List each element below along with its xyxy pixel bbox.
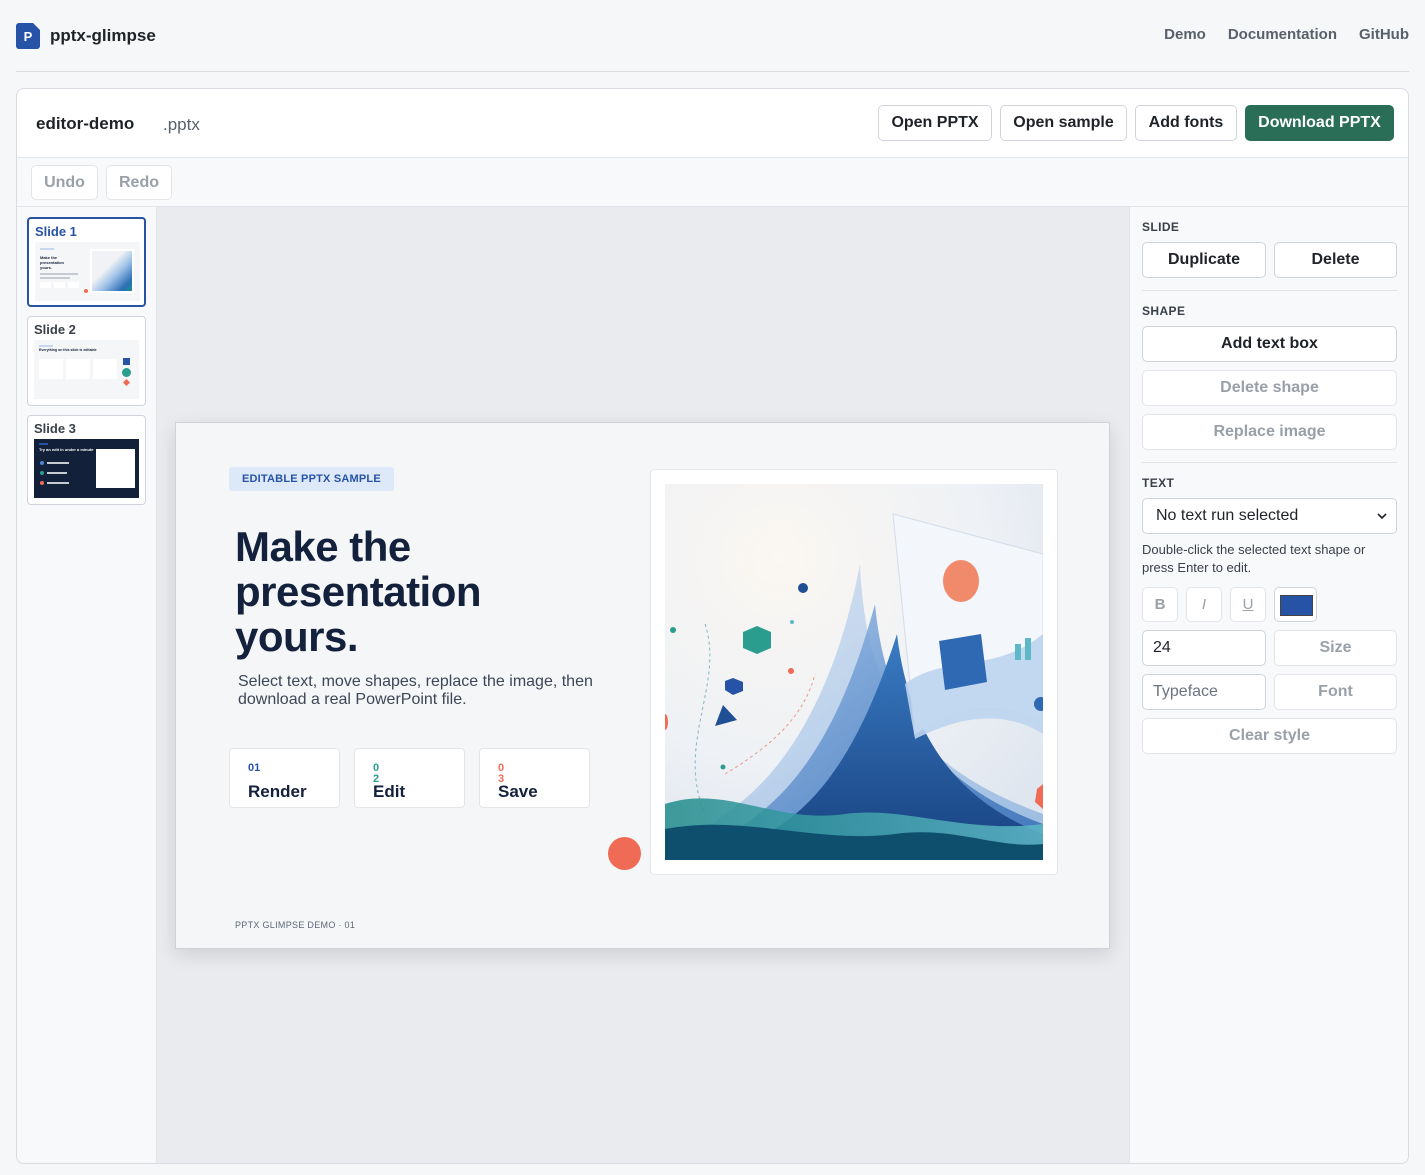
clear-style-button[interactable]: Clear style [1142, 718, 1397, 754]
slide-thumbnail-label: Slide 3 [34, 421, 76, 436]
slide-preview: Everything on this slide is editable [34, 340, 139, 399]
bold-button[interactable]: B [1142, 587, 1178, 622]
slide-preview-title: Everything on this slide is editable [39, 348, 97, 352]
slide-thumbnail-2[interactable]: Slide 2 Everything on this slide is edit… [27, 316, 146, 406]
apply-font-button[interactable]: Font [1274, 674, 1397, 710]
slide-preview: Try an edit in under a minute [34, 439, 139, 498]
step-label: Render [248, 782, 307, 801]
divider [1142, 462, 1397, 463]
orange-circle-shape[interactable] [608, 837, 641, 870]
history-toolbar: Undo Redo [17, 158, 1408, 207]
text-color-picker[interactable] [1274, 587, 1317, 622]
underline-button[interactable]: U [1230, 587, 1266, 622]
text-run-select-value: No text run selected [1156, 507, 1299, 524]
app-name[interactable]: pptx-glimpse [50, 26, 156, 46]
file-name: editor-demo [36, 114, 135, 133]
step-label: Save [498, 782, 538, 801]
step-card-save[interactable]: 03 Save [479, 748, 590, 808]
step-card-render[interactable]: 01 Render [229, 748, 340, 808]
add-text-box-button[interactable]: Add text box [1142, 326, 1397, 362]
slide-footer[interactable]: PPTX GLIMPSE DEMO · 01 [235, 920, 355, 930]
top-nav-bar: P pptx-glimpse Demo Documentation GitHub [16, 0, 1409, 72]
nav-links: Demo Documentation GitHub [1164, 26, 1409, 43]
replace-image-button[interactable]: Replace image [1142, 414, 1397, 450]
slide-headline[interactable]: Make the presentation yours. [235, 524, 555, 659]
text-run-select[interactable]: No text run selected [1142, 498, 1397, 534]
delete-slide-button[interactable]: Delete [1274, 242, 1397, 278]
nav-github-link[interactable]: GitHub [1359, 26, 1409, 43]
editor-panel: editor-demo .pptx Open PPTX Open sample … [16, 88, 1409, 1164]
italic-button[interactable]: I [1186, 587, 1222, 622]
edit-hint-text: Double-click the selected text shape or … [1142, 542, 1366, 575]
apply-size-button[interactable]: Size [1274, 630, 1397, 666]
open-sample-button[interactable]: Open sample [1000, 105, 1127, 141]
slide-thumbnails: Slide 1 Make the presentation yours. Sli… [17, 207, 157, 1163]
editor-header: editor-demo .pptx Open PPTX Open sample … [17, 89, 1408, 158]
color-swatch [1280, 595, 1313, 616]
abstract-wave-image[interactable] [665, 484, 1043, 860]
typeface-input[interactable]: Typeface [1142, 674, 1266, 710]
image-frame[interactable] [650, 469, 1058, 875]
step-label: Edit [373, 782, 406, 801]
add-fonts-button[interactable]: Add fonts [1135, 105, 1237, 141]
divider [1142, 290, 1397, 291]
slide-thumbnail-label: Slide 1 [35, 224, 77, 239]
slide-preview: Make the presentation yours. [35, 242, 140, 301]
font-size-input[interactable]: 24 [1142, 630, 1266, 666]
nav-documentation-link[interactable]: Documentation [1228, 26, 1337, 43]
step-number: 01 [248, 762, 261, 774]
slide-kicker[interactable]: EDITABLE PPTX SAMPLE [229, 467, 394, 491]
chevron-down-icon [1377, 513, 1387, 520]
text-section-title: TEXT [1142, 476, 1175, 490]
slide-thumbnail-1[interactable]: Slide 1 Make the presentation yours. [27, 217, 146, 307]
slide-subtitle[interactable]: Select text, move shapes, replace the im… [238, 673, 598, 709]
slide-preview-title: Make the presentation yours. [40, 255, 65, 270]
nav-demo-link[interactable]: Demo [1164, 26, 1206, 43]
open-pptx-button[interactable]: Open PPTX [878, 105, 992, 141]
file-extension: .pptx [163, 115, 200, 134]
properties-panel: SLIDE Duplicate Delete SHAPE Add text bo… [1129, 207, 1408, 1163]
slide-thumbnail-label: Slide 2 [34, 322, 76, 337]
slide-canvas: EDITABLE PPTX SAMPLE Make the presentati… [157, 207, 1129, 1163]
logo-icon: P [16, 23, 40, 49]
shape-section-title: SHAPE [1142, 304, 1186, 318]
duplicate-slide-button[interactable]: Duplicate [1142, 242, 1266, 278]
slide-thumbnail-3[interactable]: Slide 3 Try an edit in under a minute [27, 415, 146, 505]
delete-shape-button[interactable]: Delete shape [1142, 370, 1397, 406]
undo-button[interactable]: Undo [31, 165, 98, 200]
slide-section-title: SLIDE [1142, 220, 1180, 234]
step-card-edit[interactable]: 02 Edit [354, 748, 465, 808]
slide-1[interactable]: EDITABLE PPTX SAMPLE Make the presentati… [175, 422, 1110, 949]
redo-button[interactable]: Redo [106, 165, 172, 200]
download-pptx-button[interactable]: Download PPTX [1245, 105, 1394, 141]
